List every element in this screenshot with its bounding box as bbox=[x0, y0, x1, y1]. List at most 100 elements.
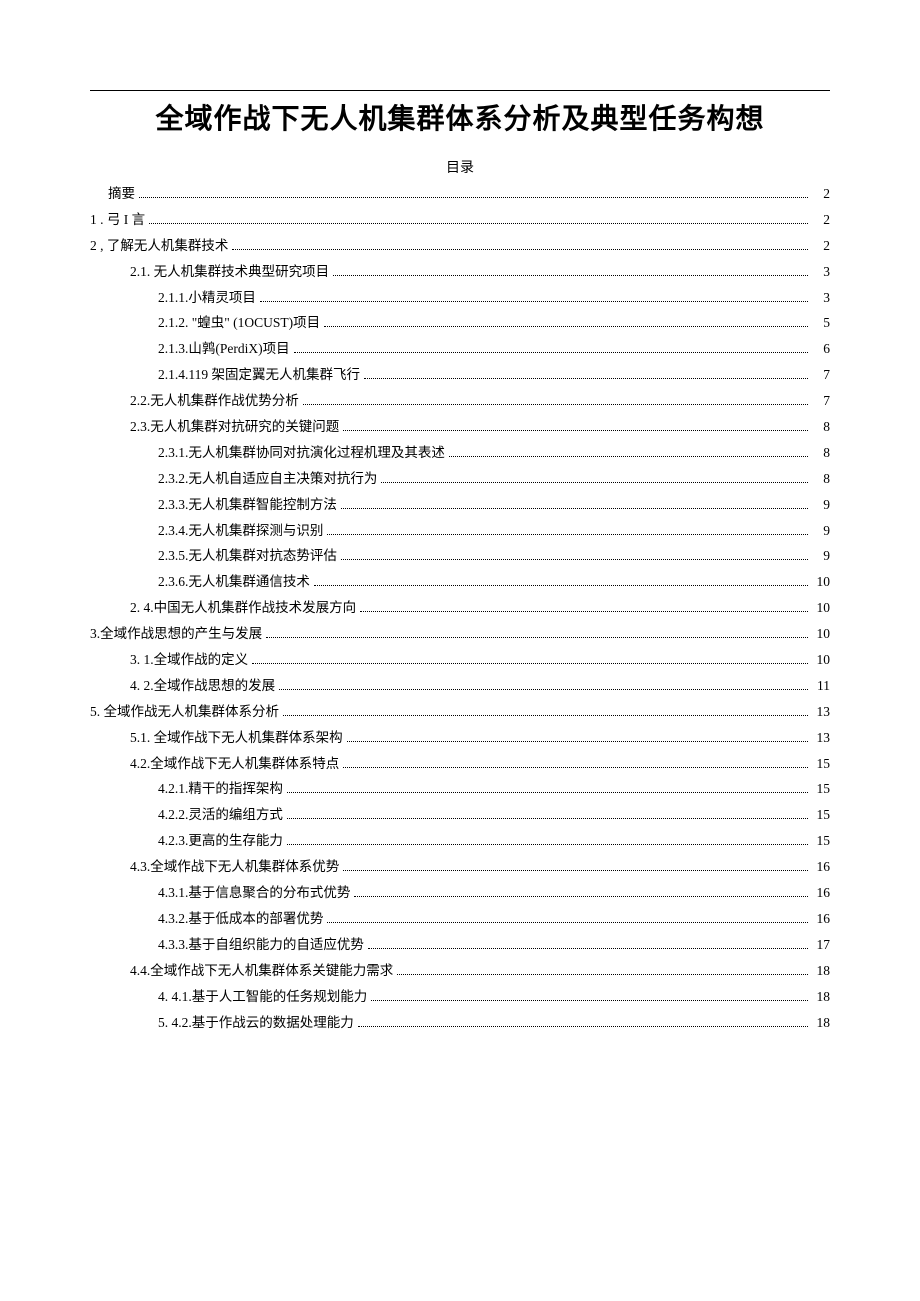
toc-entry-text: 4.2.3.更高的生存能力 bbox=[158, 832, 283, 851]
toc-entry-text: 5.1. 全域作战下无人机集群体系架构 bbox=[130, 729, 343, 748]
toc-entry-text: 2.3.5.无人机集群对抗态势评估 bbox=[158, 547, 337, 566]
toc-entry-text: 2.1.3.山鹑(PerdiX)项目 bbox=[158, 340, 290, 359]
toc-leader-dots bbox=[371, 1000, 808, 1001]
toc-entry: 4.2.1.精干的指挥架构15 bbox=[90, 780, 830, 799]
toc-entry-page: 5 bbox=[812, 314, 830, 333]
toc-entry-page: 10 bbox=[812, 625, 830, 644]
toc-entry-page: 9 bbox=[812, 547, 830, 566]
toc-leader-dots bbox=[358, 1026, 808, 1027]
toc-leader-dots bbox=[341, 559, 808, 560]
toc-entry-text: 4.3.全域作战下无人机集群体系优势 bbox=[130, 858, 339, 877]
toc-entry: 2.1.4.119 架固定翼无人机集群飞行7 bbox=[90, 366, 830, 385]
toc-entry: 2. 4.中国无人机集群作战技术发展方向 10 bbox=[90, 599, 830, 618]
toc-leader-dots bbox=[287, 818, 808, 819]
toc-entry-text: 2.3.3.无人机集群智能控制方法 bbox=[158, 496, 337, 515]
toc-entry: 1 . 弓 I 言 2 bbox=[90, 211, 830, 230]
toc-entry-text: 2.3.1.无人机集群协同对抗演化过程机理及其表述 bbox=[158, 444, 445, 463]
toc-entry-text: 2 , 了解无人机集群技术 bbox=[90, 237, 228, 256]
toc-entry: 摘要2 bbox=[90, 185, 830, 204]
toc-entry-page: 10 bbox=[812, 651, 830, 670]
toc-entry-page: 15 bbox=[812, 806, 830, 825]
toc-entry-text: 2.3.4.无人机集群探测与识别 bbox=[158, 522, 323, 541]
toc-entry-page: 8 bbox=[812, 444, 830, 463]
toc-entry-page: 9 bbox=[812, 496, 830, 515]
toc-entry-page: 2 bbox=[812, 211, 830, 230]
toc-entry: 5.1. 全域作战下无人机集群体系架构 13 bbox=[90, 729, 830, 748]
toc-leader-dots bbox=[343, 430, 808, 431]
toc-leader-dots bbox=[149, 223, 808, 224]
toc-entry-text: 3. 1.全域作战的定义 bbox=[130, 651, 248, 670]
toc-entry-page: 11 bbox=[812, 677, 830, 696]
toc-leader-dots bbox=[287, 844, 808, 845]
toc-entry-page: 10 bbox=[812, 599, 830, 618]
toc-leader-dots bbox=[324, 326, 808, 327]
toc-entry-text: 2. 4.中国无人机集群作战技术发展方向 bbox=[130, 599, 356, 618]
toc-entry-page: 18 bbox=[812, 988, 830, 1007]
toc-entry: 2.3.3.无人机集群智能控制方法 9 bbox=[90, 496, 830, 515]
toc-leader-dots bbox=[364, 378, 808, 379]
toc-entry: 2.2.无人机集群作战优势分析7 bbox=[90, 392, 830, 411]
toc-entry-text: 4.2.全域作战下无人机集群体系特点 bbox=[130, 755, 339, 774]
toc-entry: 2.3.2.无人机自适应自主决策对抗行为8 bbox=[90, 470, 830, 489]
toc-entry-text: 4.3.1.基于信息聚合的分布式优势 bbox=[158, 884, 350, 903]
toc-leader-dots bbox=[303, 404, 808, 405]
toc-entry: 4.4.全域作战下无人机集群体系关键能力需求 18 bbox=[90, 962, 830, 981]
toc-entry-page: 13 bbox=[812, 729, 830, 748]
toc-entry: 4.3.3.基于自组织能力的自适应优势17 bbox=[90, 936, 830, 955]
toc-entry: 3.全域作战思想的产生与发展10 bbox=[90, 625, 830, 644]
toc-entry-page: 18 bbox=[812, 962, 830, 981]
toc-entry-page: 3 bbox=[812, 263, 830, 282]
toc-entry: 2.3.1.无人机集群协同对抗演化过程机理及其表述 8 bbox=[90, 444, 830, 463]
toc-leader-dots bbox=[449, 456, 808, 457]
toc-entry: 4. 2.全域作战思想的发展 11 bbox=[90, 677, 830, 696]
toc-entry-page: 18 bbox=[812, 1014, 830, 1033]
toc-leader-dots bbox=[327, 534, 808, 535]
toc-leader-dots bbox=[283, 715, 808, 716]
document-title: 全域作战下无人机集群体系分析及典型任务构想 bbox=[90, 97, 830, 137]
toc-entry-text: 2.3.无人机集群对抗研究的关键问题 bbox=[130, 418, 339, 437]
toc-entry-text: 2.3.6.无人机集群通信技术 bbox=[158, 573, 310, 592]
toc-entry-page: 16 bbox=[812, 910, 830, 929]
toc-entry: 3. 1.全域作战的定义 10 bbox=[90, 651, 830, 670]
toc-leader-dots bbox=[314, 585, 808, 586]
toc-entry-page: 16 bbox=[812, 858, 830, 877]
toc-leader-dots bbox=[266, 637, 808, 638]
toc-entry: 4.3.1.基于信息聚合的分布式优势 16 bbox=[90, 884, 830, 903]
toc-entry-text: 2.1.1.小精灵项目 bbox=[158, 289, 256, 308]
toc-entry-page: 3 bbox=[812, 289, 830, 308]
toc-leader-dots bbox=[368, 948, 808, 949]
title-rule bbox=[90, 90, 830, 91]
toc-entry: 4.3.2.基于低成本的部署优势 16 bbox=[90, 910, 830, 929]
toc-entry: 4.2.全域作战下无人机集群体系特点 15 bbox=[90, 755, 830, 774]
toc-entry: 2.3.5.无人机集群对抗态势评估 9 bbox=[90, 547, 830, 566]
toc-entry-text: 4.3.2.基于低成本的部署优势 bbox=[158, 910, 323, 929]
toc-leader-dots bbox=[360, 611, 808, 612]
toc-entry: 2.1.3.山鹑(PerdiX)项目6 bbox=[90, 340, 830, 359]
toc-entry-text: 4. 2.全域作战思想的发展 bbox=[130, 677, 275, 696]
toc-entry-text: 2.2.无人机集群作战优势分析 bbox=[130, 392, 299, 411]
toc-entry-page: 9 bbox=[812, 522, 830, 541]
toc-entry: 2.3.4.无人机集群探测与识别 9 bbox=[90, 522, 830, 541]
toc-entry-text: 4.2.2.灵活的编组方式 bbox=[158, 806, 283, 825]
toc-entry: 2 , 了解无人机集群技术 2 bbox=[90, 237, 830, 256]
toc-entry-page: 2 bbox=[812, 185, 830, 204]
toc-entry: 4. 4.1.基于人工智能的任务规划能力 18 bbox=[90, 988, 830, 1007]
toc-entry-text: 4. 4.1.基于人工智能的任务规划能力 bbox=[158, 988, 367, 1007]
toc-leader-dots bbox=[287, 792, 808, 793]
toc-entry: 2.1. 无人机集群技术典型研究项目3 bbox=[90, 263, 830, 282]
toc-entry-page: 8 bbox=[812, 418, 830, 437]
toc-entry-page: 15 bbox=[812, 780, 830, 799]
toc-entry-text: 4.4.全域作战下无人机集群体系关键能力需求 bbox=[130, 962, 393, 981]
toc-entry-page: 15 bbox=[812, 755, 830, 774]
toc-entry-page: 16 bbox=[812, 884, 830, 903]
toc-entry-text: 4.3.3.基于自组织能力的自适应优势 bbox=[158, 936, 364, 955]
toc-leader-dots bbox=[381, 482, 808, 483]
toc-entry-page: 8 bbox=[812, 470, 830, 489]
toc-leader-dots bbox=[260, 301, 808, 302]
toc-leader-dots bbox=[354, 896, 808, 897]
toc-entry-page: 13 bbox=[812, 703, 830, 722]
toc-entry-text: 1 . 弓 I 言 bbox=[90, 211, 145, 230]
toc-entry-page: 2 bbox=[812, 237, 830, 256]
toc-entry: 5. 全域作战无人机集群体系分析13 bbox=[90, 703, 830, 722]
toc-leader-dots bbox=[139, 197, 808, 198]
